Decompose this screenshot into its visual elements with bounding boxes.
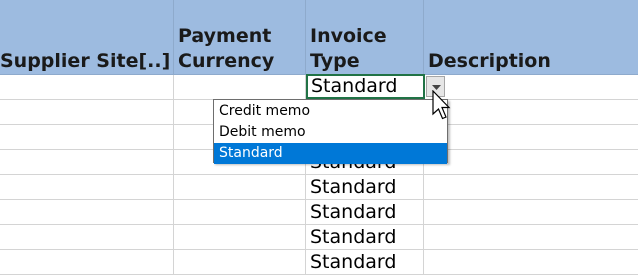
table-cell[interactable] bbox=[424, 150, 638, 175]
header-invoice-line1: Invoice bbox=[310, 25, 387, 47]
header-supplier-site[interactable]: Supplier Site[..] bbox=[0, 0, 174, 75]
table-cell[interactable] bbox=[424, 175, 638, 200]
mouse-pointer-icon bbox=[432, 90, 451, 120]
invoice-type-value: Standard bbox=[310, 251, 397, 273]
table-cell[interactable] bbox=[424, 100, 638, 125]
header-invoice-line2: Type bbox=[310, 50, 360, 72]
spreadsheet: Supplier Site[..] Payment Currency Invoi… bbox=[0, 0, 638, 275]
header-invoice-type[interactable]: Invoice Type bbox=[306, 0, 424, 75]
table-cell[interactable] bbox=[424, 75, 638, 100]
invoice-type-value: Standard bbox=[310, 226, 397, 248]
table-cell[interactable] bbox=[0, 150, 174, 175]
table-cell[interactable] bbox=[0, 75, 174, 100]
table-cell[interactable] bbox=[0, 125, 174, 150]
header-payment-currency-label: Payment Currency bbox=[178, 24, 274, 74]
header-payment-line1: Payment bbox=[178, 25, 272, 47]
table-cell[interactable] bbox=[0, 250, 174, 275]
table-cell[interactable] bbox=[174, 175, 306, 200]
table-cell[interactable]: Standard bbox=[306, 200, 424, 225]
table-cell[interactable]: Standard bbox=[306, 175, 424, 200]
table-cell[interactable] bbox=[0, 175, 174, 200]
table-cell[interactable] bbox=[174, 75, 306, 100]
table-cell[interactable] bbox=[424, 225, 638, 250]
header-invoice-type-label: Invoice Type bbox=[310, 24, 387, 74]
dropdown-list[interactable]: Credit memo Debit memo Standard bbox=[213, 99, 448, 164]
table-cell[interactable] bbox=[0, 200, 174, 225]
table-cell[interactable]: Standard bbox=[306, 225, 424, 250]
table-cell[interactable] bbox=[424, 125, 638, 150]
table-cell[interactable]: Standard bbox=[306, 250, 424, 275]
table-cell[interactable] bbox=[0, 225, 174, 250]
table-cell[interactable] bbox=[424, 250, 638, 275]
invoice-type-value: Standard bbox=[310, 201, 397, 223]
header-payment-line2: Currency bbox=[178, 50, 275, 72]
dropdown-option-standard[interactable]: Standard bbox=[214, 143, 447, 164]
table-cell[interactable] bbox=[424, 200, 638, 225]
table-cell[interactable] bbox=[174, 250, 306, 275]
header-description-label: Description bbox=[428, 50, 551, 72]
header-supplier-site-label: Supplier Site[..] bbox=[0, 50, 171, 72]
active-cell-value: Standard bbox=[311, 75, 398, 97]
table-cell[interactable] bbox=[174, 225, 306, 250]
invoice-type-value: Standard bbox=[310, 176, 397, 198]
table-cell[interactable] bbox=[174, 200, 306, 225]
dropdown-option-credit-memo[interactable]: Credit memo bbox=[214, 101, 447, 122]
active-cell-invoice-type[interactable]: Standard bbox=[306, 74, 425, 99]
table-cell[interactable] bbox=[0, 100, 174, 125]
header-description[interactable]: Description bbox=[424, 0, 638, 75]
dropdown-option-debit-memo[interactable]: Debit memo bbox=[214, 122, 447, 143]
header-payment-currency[interactable]: Payment Currency bbox=[174, 0, 306, 75]
